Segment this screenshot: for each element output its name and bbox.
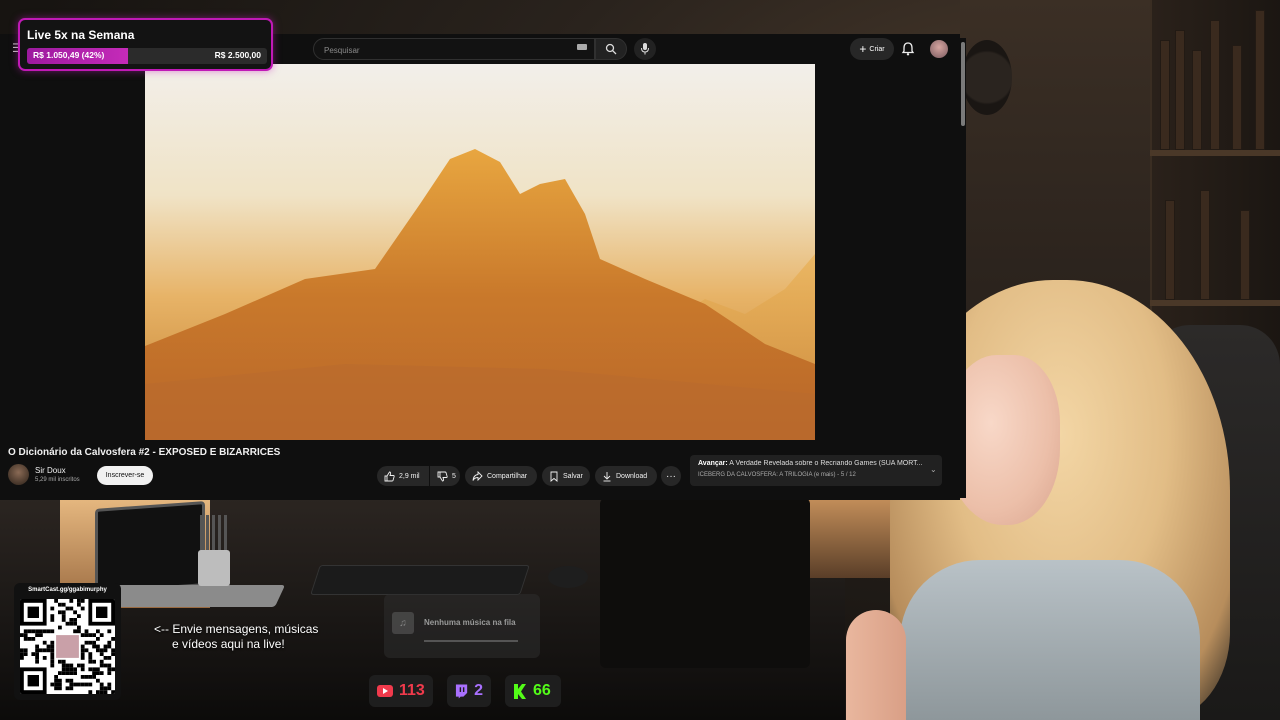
wall-clock [962, 40, 1012, 115]
like-button[interactable]: 2,9 mil [377, 466, 429, 486]
playlist-next-up: Avançar: A Verdade Revelada sobre o Recr… [698, 460, 924, 467]
playlist-panel[interactable]: Avançar: A Verdade Revelada sobre o Recr… [690, 455, 942, 486]
more-actions-button[interactable]: ··· [661, 466, 681, 486]
chevron-down-icon[interactable]: ⌄ [930, 465, 937, 474]
next-video-title: A Verdade Revelada sobre o Recriando Gam… [729, 460, 923, 467]
goal-title: Live 5x na Semana [27, 28, 135, 42]
microphone-icon [641, 43, 649, 55]
music-progress-bar [424, 640, 518, 642]
goal-progress-bar: R$ 1.050,49 (42%) R$ 2.500,00 [27, 48, 267, 64]
book [1232, 45, 1242, 150]
streamer-hand [846, 610, 906, 720]
plus-icon: + [859, 42, 867, 56]
music-queue-widget: ♫ Nenhuma música na fila [384, 594, 540, 658]
search-input[interactable] [324, 43, 554, 57]
scrollbar-thumb[interactable] [961, 42, 965, 126]
share-icon [472, 470, 483, 481]
keyboard-icon[interactable] [577, 44, 587, 50]
youtube-viewers: 113 [399, 682, 425, 699]
share-label: Compartilhar [487, 472, 528, 480]
book [1240, 210, 1250, 300]
shelf-board [1150, 150, 1280, 156]
kick-viewers: 66 [533, 682, 551, 699]
youtube-logo-icon [377, 685, 393, 697]
promo-line-2: e vídeos aqui na live! [172, 637, 285, 651]
like-count: 2,9 mil [399, 472, 420, 480]
search-box [313, 38, 595, 60]
kick-logo-icon [514, 683, 526, 699]
video-title: O Dicionário da Calvosfera #2 - EXPOSED … [8, 447, 281, 458]
video-player[interactable] [145, 64, 815, 440]
book [1165, 200, 1175, 300]
music-queue-status: Nenhuma música na fila [424, 618, 516, 627]
thumbs-up-icon [384, 471, 395, 481]
qr-code-panel: SmartCast.gg/ggabimurphy [14, 583, 121, 700]
save-label: Salvar [563, 472, 583, 480]
twitch-viewer-count: 2 [447, 675, 491, 707]
download-button[interactable]: Download [595, 466, 657, 486]
bell-icon[interactable] [900, 41, 916, 57]
book [1200, 190, 1210, 300]
next-up-prefix: Avançar: [698, 460, 728, 467]
book [1255, 10, 1265, 150]
laptop-base [104, 585, 286, 607]
qr-caption: SmartCast.gg/ggabimurphy [28, 587, 107, 593]
keyboard [310, 565, 530, 595]
goal-current-amount: R$ 1.050,49 (42%) [33, 50, 105, 60]
share-button[interactable]: Compartilhar [465, 466, 537, 486]
channel-name[interactable]: Sir Doux [35, 466, 66, 475]
playlist-name: ICEBERG DA CALVOSFERA: A TRILOGIA (e mai… [698, 472, 836, 478]
book [1160, 40, 1170, 150]
playlist-info: ICEBERG DA CALVOSFERA: A TRILOGIA (e mai… [698, 472, 856, 478]
search-button[interactable] [595, 38, 627, 60]
create-button[interactable]: + Criar [850, 38, 894, 60]
streamer-shirt [900, 560, 1200, 720]
dislike-count: 5 [452, 472, 456, 480]
donation-goal-widget: Live 5x na Semana R$ 1.050,49 (42%) R$ 2… [18, 18, 273, 71]
voice-search-button[interactable] [634, 38, 656, 60]
cup [198, 550, 230, 586]
page-scrollbar[interactable] [960, 38, 966, 498]
goal-target-amount: R$ 2.500,00 [214, 50, 261, 60]
subscribe-button[interactable]: Inscrever-se [97, 466, 153, 485]
dislike-button[interactable]: 5 [430, 466, 460, 486]
create-label: Criar [869, 45, 885, 53]
book [1210, 20, 1220, 150]
mouse [548, 566, 588, 588]
twitch-logo-icon [455, 683, 468, 699]
music-note-icon: ♫ [392, 612, 414, 634]
qr-code [20, 599, 115, 694]
book [1192, 50, 1202, 150]
channel-subscriber-count: 5,29 mil inscritos [35, 477, 80, 483]
shelf-board [1150, 300, 1280, 306]
promo-text: <-- Envie mensagens, músicas e vídeos aq… [154, 622, 318, 652]
search-icon [605, 43, 617, 55]
account-avatar[interactable] [930, 40, 948, 58]
youtube-window: ☰ + Criar [0, 34, 960, 500]
book [1175, 30, 1185, 150]
download-label: Download [616, 472, 648, 480]
laptop [95, 501, 205, 594]
dark-monitor [600, 498, 810, 668]
save-button[interactable]: Salvar [542, 466, 590, 486]
pen-holder [200, 515, 230, 553]
twitch-viewers: 2 [474, 682, 483, 699]
thumbs-down-icon [437, 471, 448, 481]
kick-viewer-count: 66 [505, 675, 561, 707]
channel-avatar[interactable] [8, 464, 29, 485]
youtube-viewer-count: 113 [369, 675, 433, 707]
playlist-position: 5 / 12 [840, 472, 856, 478]
bookmark-icon [550, 471, 558, 482]
promo-line-1: <-- Envie mensagens, músicas [154, 622, 319, 636]
video-frame-landscape [145, 149, 815, 440]
download-icon [603, 471, 611, 481]
